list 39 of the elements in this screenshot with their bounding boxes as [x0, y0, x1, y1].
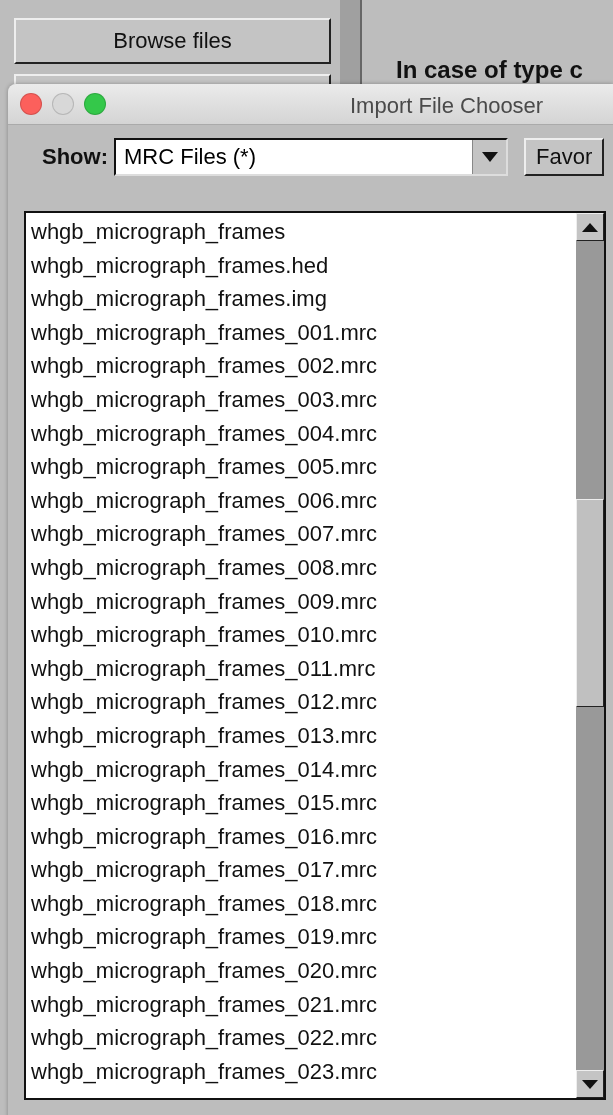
file-item[interactable]: whgb_micrograph_frames_010.mrc	[30, 618, 576, 652]
file-item[interactable]: whgb_micrograph_frames_011.mrc	[30, 651, 576, 686]
file-item[interactable]: whgb_micrograph_frames.img	[30, 282, 576, 316]
file-item[interactable]: whgb_micrograph_frames_014.mrc	[30, 752, 576, 787]
file-item[interactable]: whgb_micrograph_frames_021.mrc	[30, 987, 576, 1022]
file-item[interactable]: whgb_micrograph_frames_012.mrc	[30, 685, 576, 719]
file-item[interactable]: whgb_micrograph_frames_015.mrc	[30, 786, 576, 820]
file-item[interactable]: whgb_micrograph_frames_001.mrc	[30, 315, 576, 350]
close-icon[interactable]	[20, 93, 42, 115]
section-heading: In case of type c	[396, 56, 583, 84]
file-item[interactable]: whgb_micrograph_frames_013.mrc	[30, 718, 576, 753]
browse-files-button[interactable]: Browse files	[14, 18, 331, 64]
file-item[interactable]: whgb_micrograph_frames_004.mrc	[30, 416, 576, 451]
file-item[interactable]: whgb_micrograph_frames_019.mrc	[30, 920, 576, 955]
scrollbar[interactable]	[576, 213, 604, 1098]
filter-label: Show:	[42, 144, 108, 170]
favorites-button[interactable]: Favor	[524, 138, 605, 176]
file-item[interactable]: whgb_micrograph_frames_020.mrc	[30, 954, 576, 988]
scroll-down-icon[interactable]	[582, 1079, 598, 1089]
file-item[interactable]: whgb_micrograph_frames_002.mrc	[30, 349, 576, 383]
file-item[interactable]: whgb_micrograph_frames_017.mrc	[30, 853, 576, 887]
file-item[interactable]: whgb_micrograph_frames_005.mrc	[30, 450, 576, 484]
file-item[interactable]: whgb_micrograph_frames_018.mrc	[30, 886, 576, 921]
scroll-up-icon[interactable]	[582, 222, 598, 232]
filter-dropdown[interactable]: MRC Files (*)	[114, 138, 508, 176]
file-item[interactable]: whgb_micrograph_frames_022.mrc	[30, 1021, 576, 1055]
caret-icon	[481, 152, 498, 162]
file-item[interactable]: whgb_micrograph_frames_003.mrc	[30, 382, 576, 417]
maximize-icon[interactable]	[84, 93, 106, 115]
scroll-thumb[interactable]	[576, 499, 604, 707]
file-item[interactable]: whgb_micrograph_frames_016.mrc	[30, 819, 576, 854]
file-item[interactable]: whgb_micrograph_frames	[30, 215, 576, 249]
file-item[interactable]: whgb_micrograph_frames_007.mrc	[30, 517, 576, 551]
file-item[interactable]: whgb_micrograph_frames.hed	[30, 248, 576, 283]
file-item[interactable]: whgb_micrograph_frames_006.mrc	[30, 483, 576, 518]
file-item[interactable]: whgb_micrograph_frames_023.mrc	[30, 1054, 576, 1089]
file-item[interactable]: whgb_micrograph_frames_009.mrc	[30, 584, 576, 619]
file-item[interactable]: whgb_micrograph_frames_008.mrc	[30, 550, 576, 585]
window-title: Import File Chooser	[350, 93, 544, 119]
